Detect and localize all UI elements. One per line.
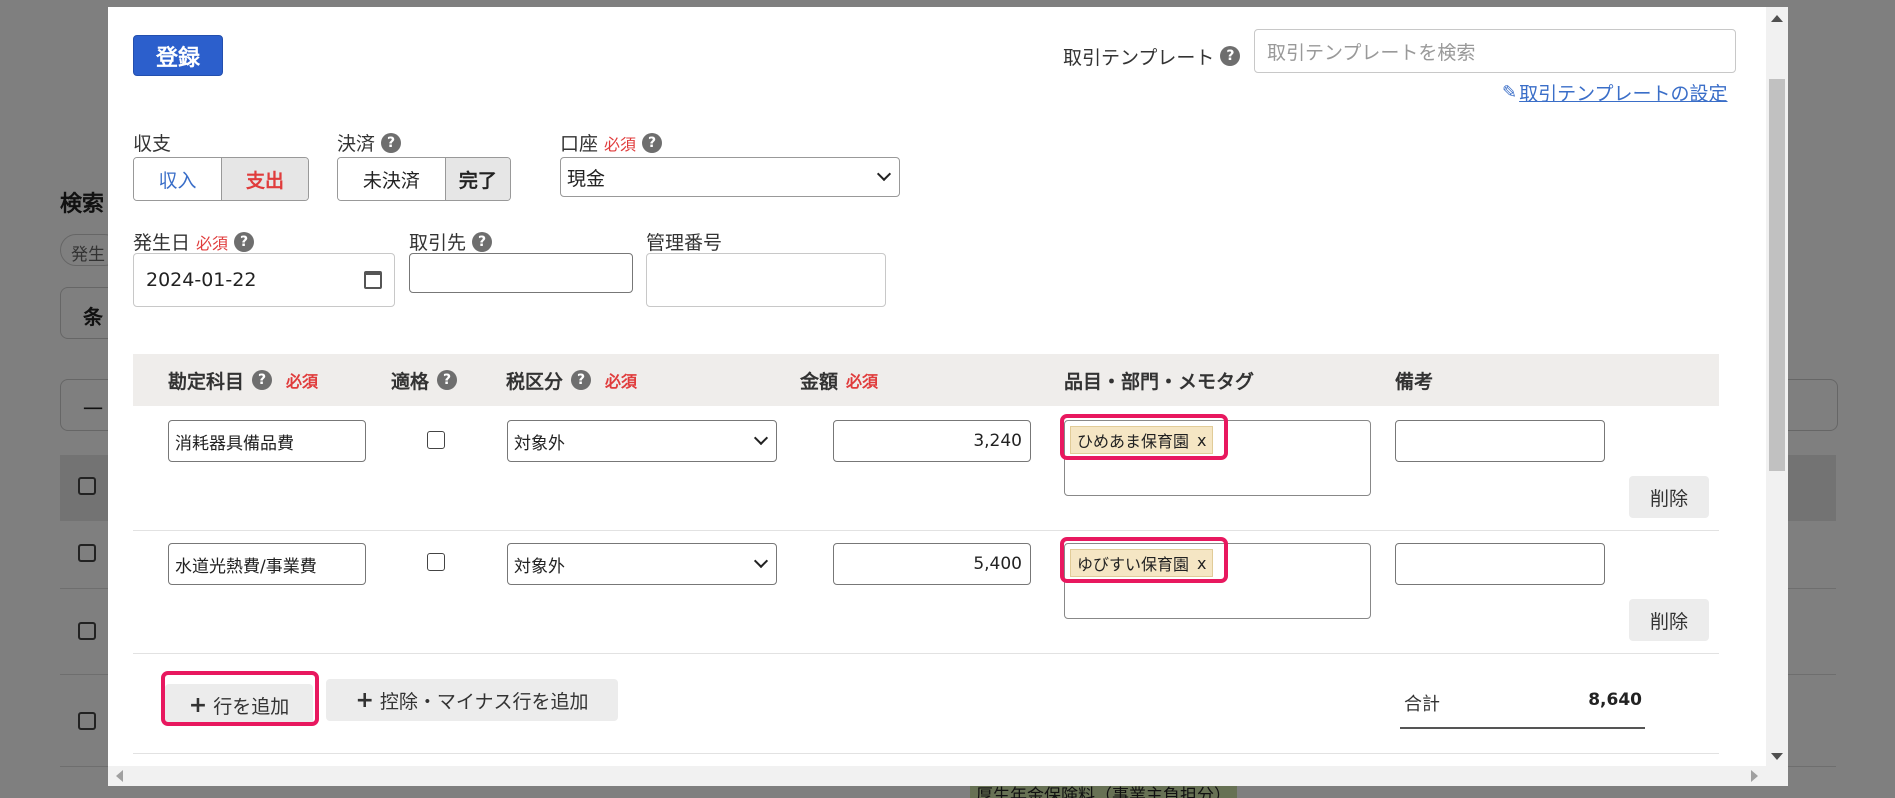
help-icon[interactable]: ? bbox=[571, 370, 592, 390]
scroll-down-icon[interactable] bbox=[1771, 753, 1783, 760]
amount-field[interactable]: 3,240 bbox=[833, 420, 1031, 462]
note-field[interactable] bbox=[1395, 420, 1605, 462]
calendar-icon[interactable] bbox=[364, 271, 382, 289]
header-tags: 品目・部門・メモタグ bbox=[1064, 370, 1255, 393]
scroll-left-icon[interactable] bbox=[116, 770, 123, 782]
tax-select[interactable]: 対象外 bbox=[507, 543, 777, 585]
amount-field[interactable]: 5,400 bbox=[833, 543, 1031, 585]
balance-expense-option[interactable]: 支出 bbox=[221, 158, 308, 200]
date-input[interactable]: 2024-01-22 bbox=[133, 253, 395, 307]
account-select[interactable]: 現金 bbox=[560, 157, 900, 197]
vertical-scrollbar[interactable] bbox=[1766, 7, 1788, 786]
balance-income-option[interactable]: 収入 bbox=[134, 158, 221, 200]
header-amount: 金額 必須 bbox=[800, 354, 878, 406]
add-minus-row-label: 控除・マイナス行を追加 bbox=[379, 690, 589, 713]
account-field[interactable]: 消耗器具備品費 bbox=[168, 420, 366, 462]
date-label: 発生日 bbox=[133, 232, 191, 254]
required-badge: 必須 bbox=[846, 372, 879, 391]
transaction-modal: 登録 取引テンプレート ? 取引テンプレートを検索 ✎ 取引テンプレートの設定 … bbox=[108, 7, 1788, 786]
template-search-input[interactable]: 取引テンプレートを検索 bbox=[1254, 29, 1736, 73]
edit-icon: ✎ bbox=[1502, 82, 1518, 103]
partner-label-group: 取引先 ? bbox=[409, 228, 493, 255]
template-label-group: 取引テンプレート ? bbox=[1063, 39, 1241, 73]
mgmt-number-input[interactable] bbox=[646, 253, 886, 307]
scroll-thumb[interactable] bbox=[1769, 79, 1785, 471]
balance-label-text: 収支 bbox=[133, 133, 172, 155]
total-value: 8,640 bbox=[1588, 690, 1642, 710]
qualified-checkbox[interactable] bbox=[427, 553, 445, 571]
settlement-done-option[interactable]: 完了 bbox=[444, 158, 510, 200]
total-underline bbox=[1400, 727, 1645, 729]
settlement-label-group: 決済 ? bbox=[337, 129, 402, 156]
chevron-down-icon bbox=[753, 553, 769, 569]
note-field[interactable] bbox=[1395, 543, 1605, 585]
amount-field-value: 5,400 bbox=[973, 554, 1022, 574]
help-icon[interactable]: ? bbox=[1220, 46, 1241, 66]
highlight-box bbox=[161, 671, 319, 726]
plus-icon: + bbox=[355, 687, 374, 713]
tax-select[interactable]: 対象外 bbox=[507, 420, 777, 462]
template-settings-link[interactable]: ✎ 取引テンプレートの設定 bbox=[1502, 79, 1728, 106]
chevron-down-icon bbox=[876, 166, 892, 182]
delete-row-button[interactable]: 削除 bbox=[1629, 476, 1709, 518]
highlight-box bbox=[1060, 537, 1228, 583]
header-account-label: 勘定科目 bbox=[168, 370, 245, 393]
settlement-label: 決済 bbox=[337, 133, 376, 155]
settlement-toggle: 未決済 完了 bbox=[337, 157, 511, 201]
help-icon[interactable]: ? bbox=[437, 370, 458, 390]
scroll-up-icon[interactable] bbox=[1771, 15, 1783, 22]
account-field-value: 消耗器具備品費 bbox=[175, 433, 294, 454]
add-minus-row-button[interactable]: + 控除・マイナス行を追加 bbox=[326, 679, 618, 721]
account-field[interactable]: 水道光熱費/事業費 bbox=[168, 543, 366, 585]
header-amount-label: 金額 bbox=[800, 370, 839, 393]
chevron-down-icon bbox=[753, 430, 769, 446]
partner-input[interactable] bbox=[409, 253, 633, 293]
register-button[interactable]: 登録 bbox=[133, 35, 223, 76]
amount-field-value: 3,240 bbox=[973, 431, 1022, 451]
help-icon[interactable]: ? bbox=[381, 132, 402, 153]
date-value: 2024-01-22 bbox=[146, 269, 257, 291]
tax-select-value: 対象外 bbox=[514, 556, 565, 577]
horizontal-scrollbar[interactable] bbox=[108, 766, 1766, 786]
template-settings-label: 取引テンプレートの設定 bbox=[1519, 83, 1728, 105]
total-label: 合計 bbox=[1404, 694, 1440, 715]
qualified-checkbox[interactable] bbox=[427, 431, 445, 449]
highlight-box bbox=[1060, 414, 1228, 460]
required-badge: 必須 bbox=[286, 372, 319, 391]
help-icon[interactable]: ? bbox=[234, 231, 255, 252]
mgmt-number-label-group: 管理番号 bbox=[646, 228, 722, 255]
help-icon[interactable]: ? bbox=[642, 132, 663, 153]
help-icon[interactable]: ? bbox=[252, 370, 273, 390]
header-qualified: 適格 ? bbox=[391, 354, 458, 406]
header-account: 勘定科目 ? 必須 bbox=[168, 354, 318, 406]
template-label: 取引テンプレート bbox=[1063, 46, 1215, 69]
header-tax: 税区分 ? 必須 bbox=[506, 354, 637, 406]
tax-select-value: 対象外 bbox=[514, 433, 565, 454]
required-badge: 必須 bbox=[196, 233, 229, 253]
header-tax-label: 税区分 bbox=[506, 370, 564, 393]
balance-toggle: 収入 支出 bbox=[133, 157, 309, 201]
partner-label: 取引先 bbox=[409, 232, 467, 254]
required-badge: 必須 bbox=[604, 134, 637, 154]
header-qualified-label: 適格 bbox=[391, 370, 430, 393]
account-label: 口座 bbox=[560, 133, 599, 155]
scroll-right-icon[interactable] bbox=[1751, 770, 1758, 782]
account-select-value: 現金 bbox=[567, 167, 606, 190]
template-search-placeholder: 取引テンプレートを検索 bbox=[1267, 41, 1476, 64]
account-field-value: 水道光熱費/事業費 bbox=[175, 556, 317, 577]
table-header: 勘定科目 ? 必須 適格 ? 税区分 ? 必須 金額 必須 品目・部門・メモタグ… bbox=[133, 354, 1719, 406]
required-badge: 必須 bbox=[605, 372, 638, 391]
account-label-group: 口座 必須 ? bbox=[560, 129, 663, 156]
balance-label: 収支 bbox=[133, 129, 171, 156]
mgmt-number-label: 管理番号 bbox=[646, 232, 723, 254]
settlement-unsettled-option[interactable]: 未決済 bbox=[338, 158, 445, 200]
header-note: 備考 bbox=[1395, 370, 1434, 393]
delete-row-button[interactable]: 削除 bbox=[1629, 599, 1709, 641]
help-icon[interactable]: ? bbox=[472, 231, 493, 252]
date-label-group: 発生日 必須 ? bbox=[133, 228, 255, 255]
